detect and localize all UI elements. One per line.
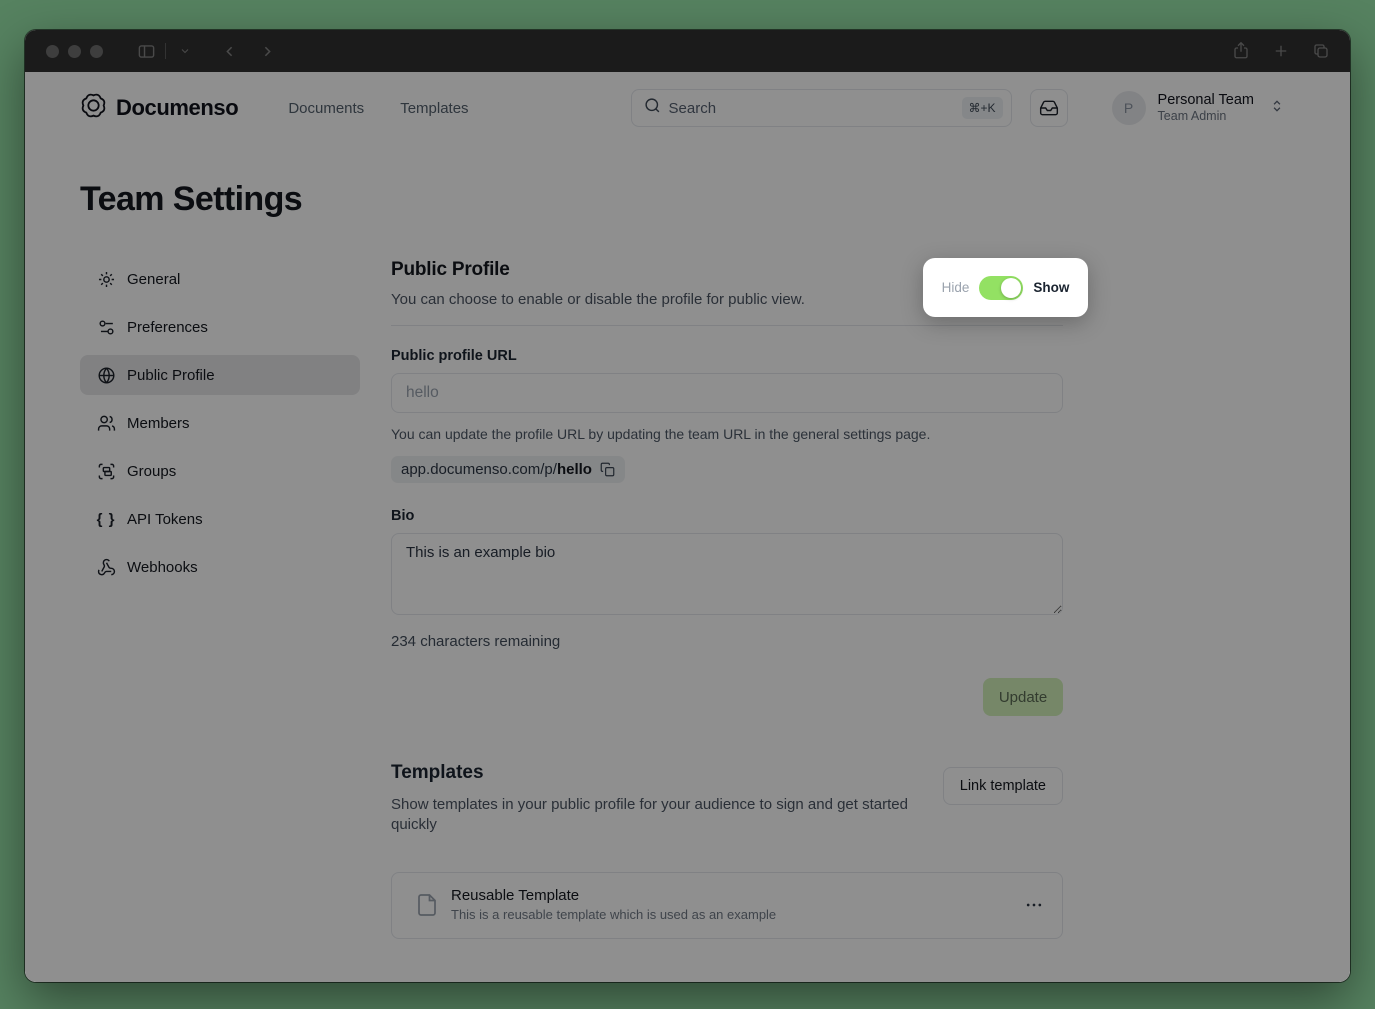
tab-overview-icon[interactable] xyxy=(1306,36,1336,66)
profile-visibility-toggle[interactable] xyxy=(979,276,1023,300)
titlebar-separator xyxy=(165,43,166,59)
forward-icon[interactable] xyxy=(252,36,282,66)
toggle-off-label: Hide xyxy=(942,280,970,295)
profile-visibility-spotlight: Hide Show xyxy=(923,258,1088,317)
toggle-knob xyxy=(1001,278,1021,298)
back-icon[interactable] xyxy=(214,36,244,66)
dim-overlay xyxy=(25,72,1350,982)
share-icon[interactable] xyxy=(1226,36,1256,66)
browser-window: Documenso Documents Templates ⌘+K P Per xyxy=(25,30,1350,982)
browser-titlebar xyxy=(25,30,1350,72)
zoom-button[interactable] xyxy=(90,45,103,58)
minimize-button[interactable] xyxy=(68,45,81,58)
sidebar-toggle-icon[interactable] xyxy=(131,36,161,66)
page-content: Documenso Documents Templates ⌘+K P Per xyxy=(25,72,1350,982)
close-button[interactable] xyxy=(46,45,59,58)
chevron-down-icon[interactable] xyxy=(170,36,200,66)
new-tab-icon[interactable] xyxy=(1266,36,1296,66)
toggle-on-label: Show xyxy=(1033,280,1069,295)
traffic-lights xyxy=(46,45,103,58)
